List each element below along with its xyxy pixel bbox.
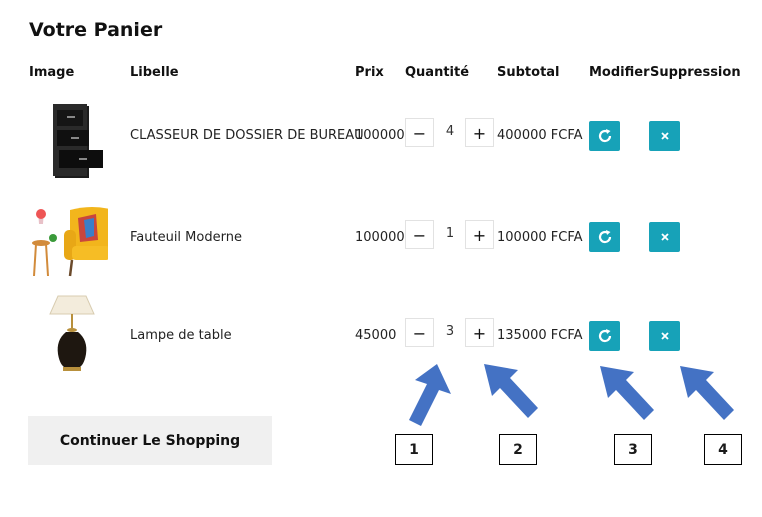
quantity-increase-button[interactable]: + [465,318,494,347]
header-suppression: Suppression [650,65,741,80]
header-modifier: Modifier [589,65,650,80]
table-row: Fauteuil Moderne 100000 − 1 + 100000 FCF… [0,192,762,282]
header-subtotal: Subtotal [497,65,560,80]
annotation-arrow-1 [409,364,451,426]
refresh-icon [598,329,611,343]
update-button[interactable] [589,121,620,151]
update-button[interactable] [589,222,620,252]
annotation-arrow-3 [600,366,654,420]
annotation-label-1: 1 [395,434,433,465]
header-image: Image [29,65,75,80]
header-prix: Prix [355,65,384,80]
product-subtotal: 400000 FCFA [497,128,583,143]
annotation-arrow-2 [484,364,538,418]
quantity-value: 3 [445,324,455,339]
armchair-image [32,207,108,277]
product-name: Fauteuil Moderne [130,230,242,245]
close-icon [660,132,669,140]
delete-button[interactable] [649,121,680,151]
quantity-increase-button[interactable]: + [465,220,494,249]
table-row: CLASSEUR DE DOSSIER DE BUREAU 100000 − 4… [0,90,762,180]
quantity-decrease-button[interactable]: − [405,118,434,147]
annotation-label-2: 2 [499,434,537,465]
product-name: CLASSEUR DE DOSSIER DE BUREAU [130,128,364,143]
quantity-decrease-button[interactable]: − [405,318,434,347]
product-subtotal: 135000 FCFA [497,328,583,343]
product-subtotal: 100000 FCFA [497,230,583,245]
header-libelle: Libelle [130,65,179,80]
product-price: 45000 [355,328,397,343]
table-lamp-image [49,295,95,371]
quantity-decrease-button[interactable]: − [405,220,434,249]
refresh-icon [598,129,611,143]
header-quantite: Quantité [405,65,470,80]
quantity-increase-button[interactable]: + [465,118,494,147]
annotation-label-3: 3 [614,434,652,465]
annotation-label-4: 4 [704,434,742,465]
close-icon [660,233,669,241]
update-button[interactable] [589,321,620,351]
product-name: Lampe de table [130,328,232,343]
filing-cabinet-image [53,104,103,178]
close-icon [660,332,669,340]
quantity-value: 4 [445,124,455,139]
product-price: 100000 [355,230,405,245]
quantity-value: 1 [445,226,455,241]
page-title: Votre Panier [29,19,163,41]
delete-button[interactable] [649,321,680,351]
refresh-icon [598,230,611,244]
annotation-arrow-4 [680,366,734,420]
product-price: 100000 [355,128,405,143]
continue-shopping-button[interactable]: Continuer Le Shopping [28,416,272,465]
delete-button[interactable] [649,222,680,252]
